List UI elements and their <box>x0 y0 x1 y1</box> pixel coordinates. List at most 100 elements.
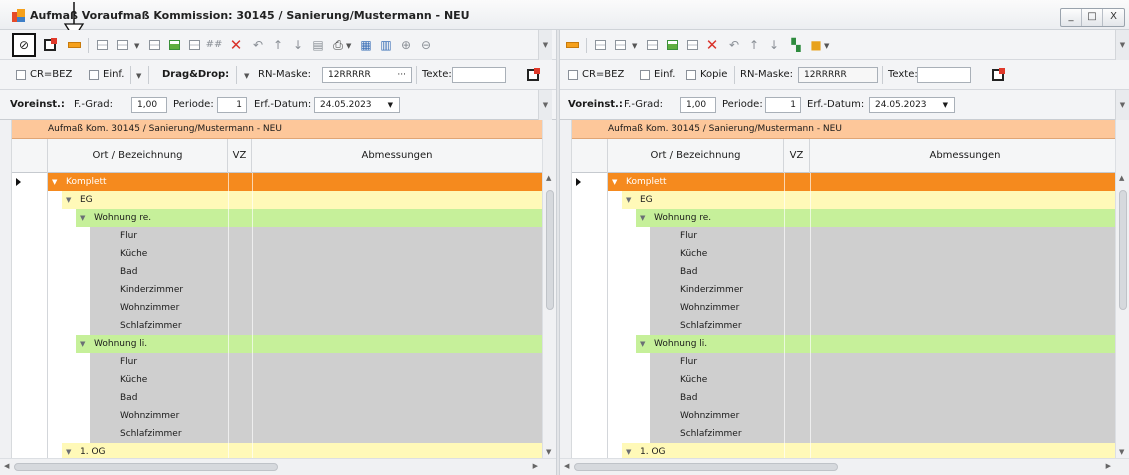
fgrad-field[interactable]: 1,00 <box>680 97 716 113</box>
tree-row[interactable]: Küche <box>572 371 1115 389</box>
presets-overflow-button[interactable]: ▼ <box>538 90 552 120</box>
delete-button[interactable]: ✕ <box>228 37 244 53</box>
tree-row[interactable]: ▼ Komplett <box>572 173 1115 191</box>
export-button[interactable] <box>42 37 58 53</box>
collapse-toggle-icon[interactable]: ▼ <box>66 443 71 458</box>
row-indicator[interactable] <box>572 335 608 353</box>
erf-datum-field[interactable]: 24.05.2023 ▼ <box>314 97 400 113</box>
tree-row[interactable]: ▼ EG <box>572 191 1115 209</box>
collapse-toggle-icon[interactable]: ▼ <box>640 335 645 353</box>
scroll-left-icon[interactable]: ◀ <box>564 462 569 470</box>
scroll-right-icon[interactable]: ▶ <box>533 462 538 470</box>
move-up-button[interactable]: ↑ <box>270 37 286 53</box>
tree-row[interactable]: ▼ Wohnung li. <box>572 335 1115 353</box>
collapse-toggle-icon[interactable]: ▼ <box>66 191 71 209</box>
texte-field[interactable] <box>452 67 506 83</box>
tree-row[interactable]: Kinderzimmer <box>572 281 1115 299</box>
collapse-toggle-icon[interactable]: ▼ <box>626 443 631 458</box>
row-indicator[interactable] <box>12 371 48 389</box>
zoom-out-button[interactable]: ⊖ <box>418 37 434 53</box>
rn-maske-more-button[interactable]: ··· <box>397 68 406 82</box>
row-indicator[interactable] <box>572 371 608 389</box>
scroll-up-icon[interactable]: ▲ <box>546 174 551 182</box>
tree-row[interactable]: ▼ 1. OG <box>12 443 542 458</box>
add-subgroup-button[interactable] <box>684 37 700 53</box>
save-button[interactable]: ▤ <box>310 37 326 53</box>
row-indicator[interactable] <box>12 263 48 281</box>
tree-row[interactable]: Wohnzimmer <box>572 299 1115 317</box>
add-green-group-button[interactable] <box>664 37 680 53</box>
scroll-right-icon[interactable]: ▶ <box>1106 462 1111 470</box>
package-dropdown-icon[interactable]: ▼ <box>824 42 829 50</box>
rn-maske-field[interactable]: 12RRRRR <box>798 67 878 83</box>
tree-row[interactable]: ▼ Wohnung li. <box>12 335 542 353</box>
erf-datum-field[interactable]: 24.05.2023 ▼ <box>869 97 955 113</box>
transfer-button[interactable]: ▚ <box>788 37 804 53</box>
left-horizontal-scrollbar[interactable]: ◀ ▶ <box>0 458 556 475</box>
tree-row[interactable]: Schlafzimmer <box>572 317 1115 335</box>
close-button[interactable]: X <box>1103 9 1124 26</box>
kopie-checkbox[interactable] <box>686 70 696 80</box>
add-group-button[interactable] <box>644 37 660 53</box>
insert-orange-button[interactable] <box>66 37 82 53</box>
collapse-toggle-icon[interactable]: ▼ <box>612 173 617 191</box>
row-indicator[interactable] <box>572 299 608 317</box>
scroll-thumb[interactable] <box>1119 190 1127 310</box>
collapse-toggle-icon[interactable]: ▼ <box>640 209 645 227</box>
row-indicator[interactable] <box>12 227 48 245</box>
tree-row[interactable]: Bad <box>12 389 542 407</box>
toolbar-overflow-button[interactable]: ▼ <box>538 30 552 60</box>
package-button[interactable]: ■ <box>808 37 824 53</box>
tree-row[interactable]: ▼ Komplett <box>12 173 542 191</box>
row-indicator[interactable] <box>12 389 48 407</box>
row-indicator[interactable] <box>572 191 608 209</box>
row-indicator[interactable] <box>572 227 608 245</box>
row-indicator[interactable] <box>12 209 48 227</box>
insert-row-above-button[interactable] <box>94 37 110 53</box>
collapse-toggle-icon[interactable]: ▼ <box>626 191 631 209</box>
row-indicator[interactable] <box>572 263 608 281</box>
undo-button[interactable]: ↶ <box>250 37 266 53</box>
tree-row[interactable]: Bad <box>12 263 542 281</box>
undo-button[interactable]: ↶ <box>726 37 742 53</box>
texte-export-icon[interactable] <box>527 68 540 81</box>
minimize-button[interactable]: _ <box>1061 9 1082 26</box>
tree-row[interactable]: Küche <box>572 245 1115 263</box>
row-indicator[interactable] <box>12 191 48 209</box>
row-indicator[interactable] <box>12 245 48 263</box>
move-down-button[interactable]: ↓ <box>290 37 306 53</box>
row-indicator[interactable] <box>12 407 48 425</box>
link-toggle-button[interactable]: ⊘ <box>12 33 36 57</box>
row-indicator[interactable] <box>12 425 48 443</box>
einf-checkbox[interactable] <box>89 70 99 80</box>
row-indicator[interactable] <box>572 407 608 425</box>
einf-checkbox[interactable] <box>640 70 650 80</box>
row-indicator[interactable] <box>12 317 48 335</box>
cr-bez-checkbox[interactable] <box>568 70 578 80</box>
column-vz[interactable]: VZ <box>228 139 252 173</box>
scroll-thumb[interactable] <box>574 463 838 471</box>
tree-row[interactable]: ▼ Wohnung re. <box>12 209 542 227</box>
column-abmessungen[interactable]: Abmessungen <box>810 139 1115 173</box>
print-button[interactable]: ⎙ <box>330 37 346 53</box>
periode-field[interactable]: 1 <box>217 97 247 113</box>
scroll-thumb[interactable] <box>546 190 554 310</box>
column-abmessungen[interactable]: Abmessungen <box>252 139 542 173</box>
right-vertical-scrollbar[interactable]: ▲ ▼ <box>1115 120 1129 458</box>
row-indicator[interactable] <box>12 281 48 299</box>
left-vertical-scrollbar[interactable]: ▲ ▼ <box>542 120 556 458</box>
right-horizontal-scrollbar[interactable]: ◀ ▶ <box>560 458 1129 475</box>
scroll-thumb[interactable] <box>14 463 278 471</box>
tree-row[interactable]: Bad <box>572 263 1115 281</box>
tree-row[interactable]: Flur <box>12 353 542 371</box>
collapse-toggle-icon[interactable]: ▼ <box>80 209 85 227</box>
tree-row[interactable]: Flur <box>12 227 542 245</box>
row-indicator[interactable] <box>12 335 48 353</box>
move-up-button[interactable]: ↑ <box>746 37 762 53</box>
scroll-down-icon[interactable]: ▼ <box>1119 448 1124 456</box>
tree-row[interactable]: Schlafzimmer <box>12 425 542 443</box>
column-vz[interactable]: VZ <box>784 139 810 173</box>
add-green-group-button[interactable] <box>166 37 182 53</box>
numbering-button[interactable]: ## <box>206 37 223 53</box>
tree-row[interactable]: ▼ EG <box>12 191 542 209</box>
